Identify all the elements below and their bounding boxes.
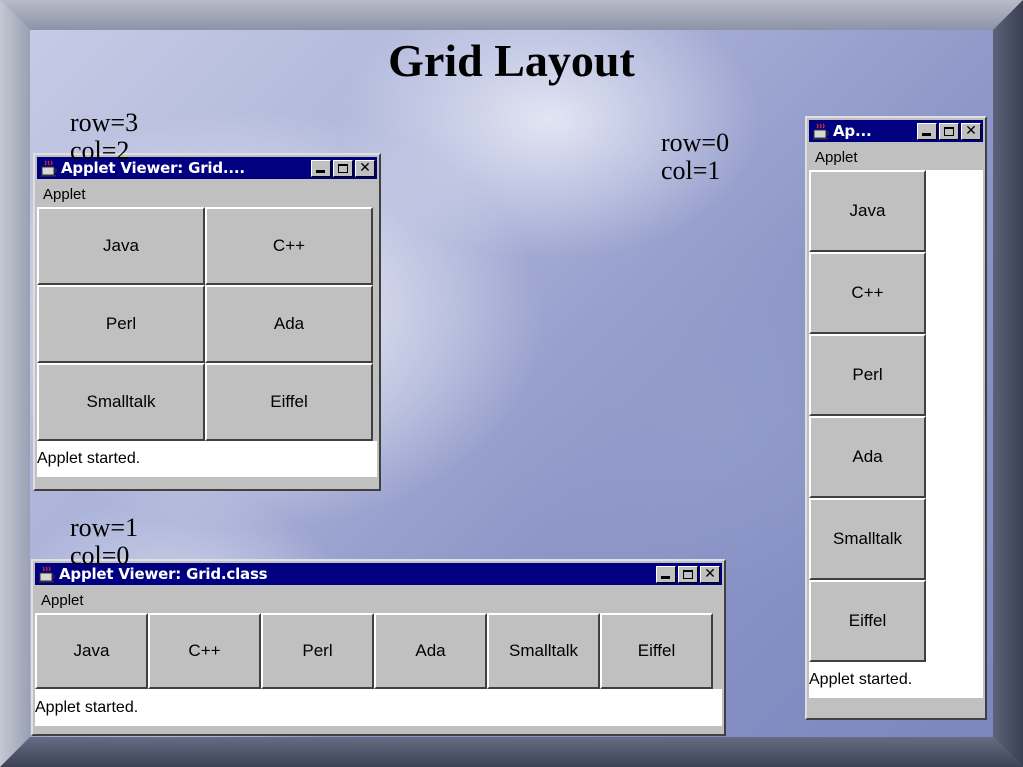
grid-button-smalltalk[interactable]: Smalltalk [37,363,205,441]
java-cup-icon[interactable] [38,565,56,583]
maximize-icon [683,569,693,579]
minimize-icon [922,132,931,136]
maximize-button[interactable] [678,565,698,583]
window-title: Applet Viewer: Grid.class [59,565,268,583]
button-grid: Java C++ Perl Ada Smalltalk Eiffel [809,170,926,662]
slide-title: Grid Layout [388,35,635,86]
status-bar: Applet started. [35,689,722,726]
grid-button-eiffel[interactable]: Eiffel [809,580,926,662]
java-cup-icon[interactable] [40,159,58,177]
button-grid: Java C++ Perl Ada Smalltalk Eiffel [35,613,713,689]
close-button[interactable]: ✕ [355,159,375,177]
minimize-icon [661,575,670,579]
maximize-icon [944,126,954,136]
grid-button-eiffel[interactable]: Eiffel [205,363,373,441]
grid-button-perl[interactable]: Perl [809,334,926,416]
slide-frame-top [0,0,1023,30]
menu-bar: Applet [33,587,724,613]
minimize-button[interactable] [917,122,937,140]
applet-window-grid01[interactable]: Ap... ✕ Applet Java C++ Perl Ada Smallta… [805,116,987,720]
grid-button-ada[interactable]: Ada [809,416,926,498]
grid-button-ada[interactable]: Ada [205,285,373,363]
minimize-icon [316,169,325,173]
grid-button-java[interactable]: Java [37,207,205,285]
grid-button-cpp[interactable]: C++ [148,613,261,689]
slide-frame-right [993,0,1023,767]
window-title: Ap... [833,122,872,140]
grid-button-cpp[interactable]: C++ [809,252,926,334]
grid-button-perl[interactable]: Perl [261,613,374,689]
status-bar: Applet started. [809,662,983,698]
caption-row1-col0: row=1 col=0 [70,513,139,570]
applet-area: Java C++ Perl Ada Smalltalk Eiffel [809,170,983,662]
window-titlebar[interactable]: Ap... ✕ [809,120,983,142]
grid-button-java[interactable]: Java [35,613,148,689]
grid-button-ada[interactable]: Ada [374,613,487,689]
close-icon: ✕ [359,160,371,176]
menu-bar: Applet [35,181,379,207]
menu-applet[interactable]: Applet [41,592,84,609]
minimize-button[interactable] [311,159,331,177]
grid-button-perl[interactable]: Perl [37,285,205,363]
menu-applet[interactable]: Applet [815,149,858,166]
java-cup-icon[interactable] [812,122,830,140]
applet-empty-space [926,170,983,662]
button-grid: Java C++ Perl Ada Smalltalk Eiffel [37,207,373,441]
grid-button-smalltalk[interactable]: Smalltalk [487,613,600,689]
maximize-icon [338,163,348,173]
caption-row0-col1: row=0 col=1 [661,128,730,185]
close-button[interactable]: ✕ [961,122,981,140]
grid-button-java[interactable]: Java [809,170,926,252]
close-icon: ✕ [965,123,977,139]
close-button[interactable]: ✕ [700,565,720,583]
maximize-button[interactable] [939,122,959,140]
status-bar: Applet started. [37,441,377,477]
grid-button-cpp[interactable]: C++ [205,207,373,285]
minimize-button[interactable] [656,565,676,583]
maximize-button[interactable] [333,159,353,177]
grid-button-eiffel[interactable]: Eiffel [600,613,713,689]
slide-frame-bottom [0,737,1023,767]
menu-applet[interactable]: Applet [43,186,86,203]
caption-row3-col2: row=3 col=2 [70,108,139,165]
close-icon: ✕ [704,566,716,582]
applet-window-grid32[interactable]: Applet Viewer: Grid.... ✕ Applet Java C+… [33,153,381,491]
menu-bar: Applet [807,144,985,170]
slide-frame-left [0,0,30,767]
grid-button-smalltalk[interactable]: Smalltalk [809,498,926,580]
applet-window-grid10[interactable]: Applet Viewer: Grid.class ✕ Applet Java … [31,559,726,736]
